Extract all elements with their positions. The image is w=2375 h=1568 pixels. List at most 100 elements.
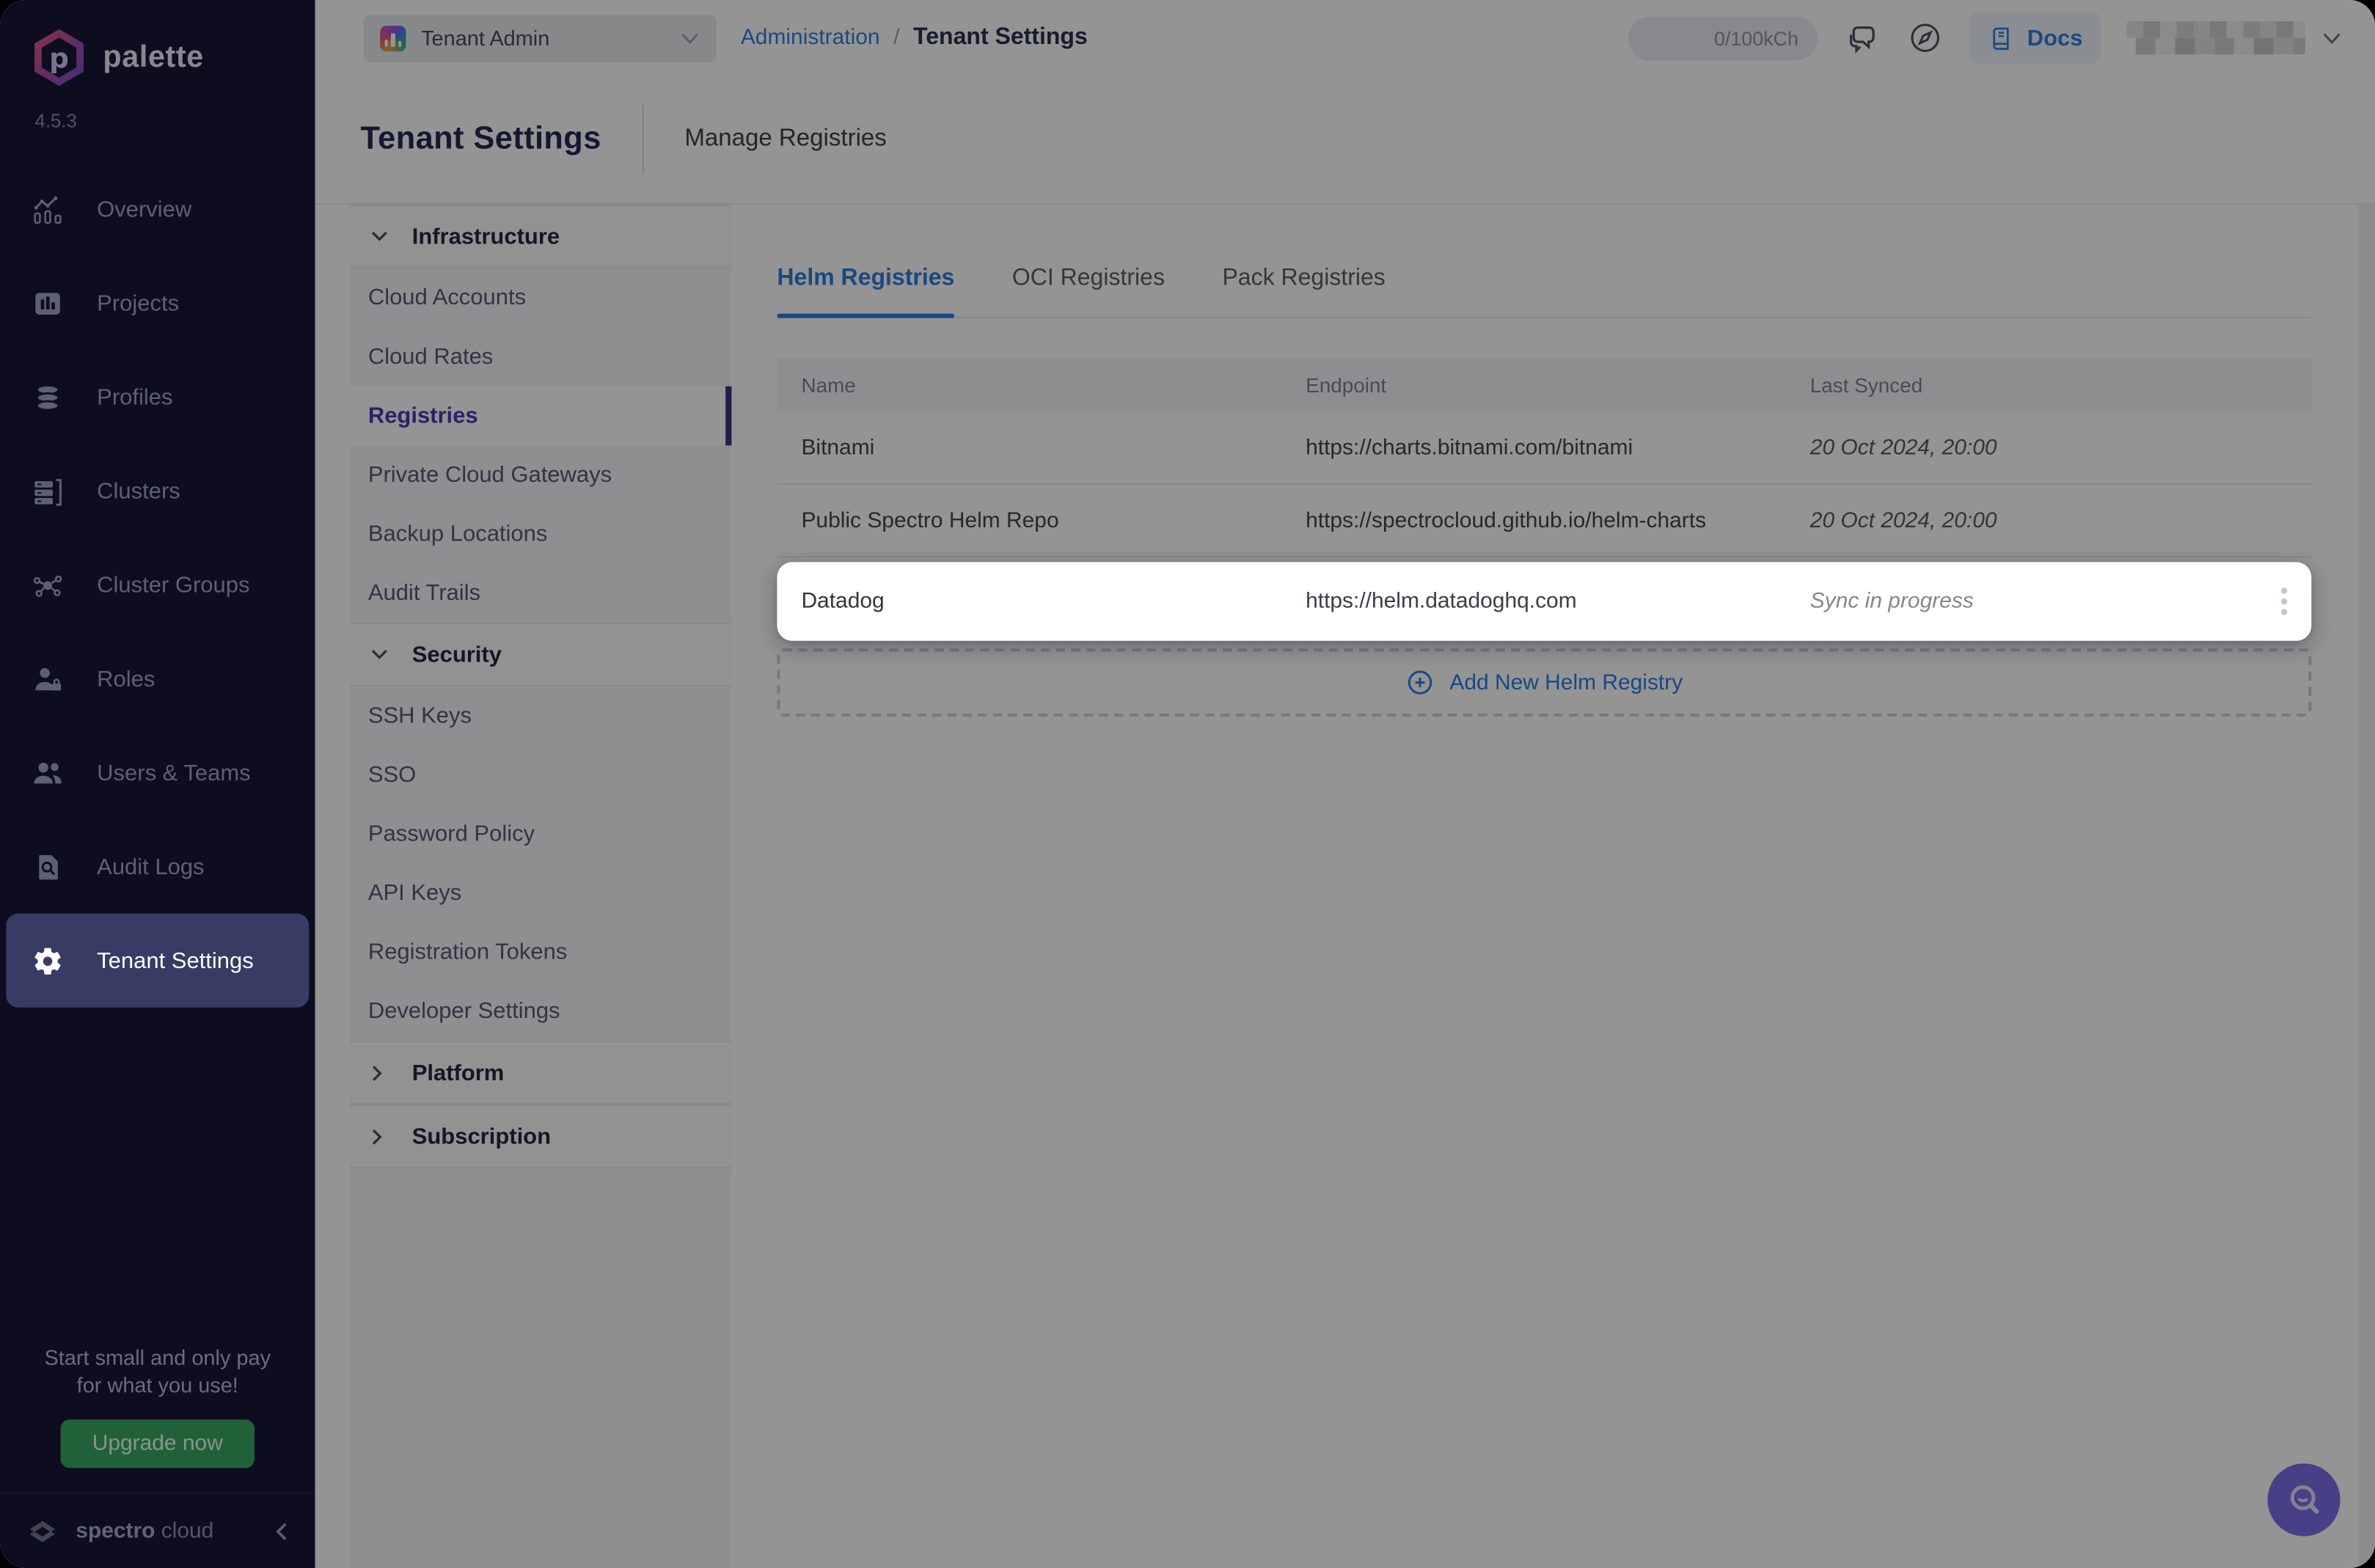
chevron-down-icon	[371, 230, 388, 243]
sidebar-item-label: Users & Teams	[97, 760, 250, 785]
section-platform[interactable]: Platform	[350, 1041, 731, 1104]
docs-label: Docs	[2027, 25, 2083, 51]
helm-registries-table: Name Endpoint Last Synced Bitnami https:…	[777, 358, 2311, 717]
sidebar-item-label: Audit Logs	[97, 854, 204, 879]
column-header-last-synced: Last Synced	[1810, 373, 2257, 396]
sidebar-item-audit-logs[interactable]: Audit Logs	[6, 820, 309, 914]
registry-endpoint: https://charts.bitnami.com/bitnami	[1306, 436, 1810, 460]
breadcrumb-current: Tenant Settings	[913, 24, 1088, 51]
table-header-row: Name Endpoint Last Synced	[777, 358, 2311, 412]
sidebar-item-label: Cluster Groups	[97, 572, 249, 598]
usage-quota-badge: 0/100kCh	[1629, 16, 1818, 60]
brand: p palette	[30, 27, 315, 88]
sidebar-item-users-teams[interactable]: Users & Teams	[6, 725, 309, 819]
sidebar-item-label: Clusters	[97, 478, 180, 504]
plus-circle-icon	[1405, 668, 1434, 697]
settings-item-ssh-keys[interactable]: SSH Keys	[350, 686, 731, 746]
page-title: Tenant Settings	[360, 121, 601, 158]
settings-item-cloud-rates[interactable]: Cloud Rates	[350, 327, 731, 386]
table-row-bitnami[interactable]: Bitnami https://charts.bitnami.com/bitna…	[777, 412, 2311, 485]
sidebar-item-tenant-settings[interactable]: Tenant Settings	[6, 914, 309, 1008]
tab-pack-registries[interactable]: Pack Registries	[1222, 265, 1385, 316]
settings-item-private-cloud-gateways[interactable]: Private Cloud Gateways	[350, 445, 731, 505]
breadcrumb-separator: /	[893, 26, 899, 50]
settings-nav: Infrastructure Cloud Accounts Cloud Rate…	[350, 205, 731, 1568]
section-subscription[interactable]: Subscription	[350, 1104, 731, 1168]
settings-item-sso[interactable]: SSO	[350, 745, 731, 805]
sidebar: p palette 4.5.3 Overview Projects	[0, 0, 315, 1568]
column-header-endpoint: Endpoint	[1306, 373, 1810, 396]
spectro-cloud-wordmark: spectrocloud	[76, 1519, 213, 1543]
settings-item-api-keys[interactable]: API Keys	[350, 863, 731, 923]
sidebar-item-overview[interactable]: Overview	[6, 162, 309, 256]
tenant-scope-icon	[380, 25, 406, 51]
scrollbar-track[interactable]	[2358, 205, 2375, 1568]
upgrade-now-button[interactable]: Upgrade now	[60, 1420, 255, 1468]
registry-tabs: Helm Registries OCI Registries Pack Regi…	[777, 265, 2311, 318]
sidebar-item-label: Overview	[97, 197, 191, 222]
registry-sync-status: Sync in progress	[1810, 590, 2257, 614]
add-new-helm-registry-button[interactable]: Add New Helm Registry	[777, 648, 2311, 717]
registry-endpoint: https://helm.datadoghq.com	[1306, 590, 1810, 614]
sidebar-item-roles[interactable]: Roles	[6, 631, 309, 725]
settings-item-password-policy[interactable]: Password Policy	[350, 805, 731, 864]
registry-endpoint: https://spectrocloud.github.io/helm-char…	[1306, 508, 1810, 532]
user-name-redacted[interactable]	[2126, 21, 2305, 54]
upgrade-banner: Start small and only pay for what you us…	[0, 1345, 315, 1468]
settings-item-backup-locations[interactable]: Backup Locations	[350, 505, 731, 564]
sidebar-item-cluster-groups[interactable]: Cluster Groups	[6, 538, 309, 631]
table-row-public-spectro-helm-repo[interactable]: Public Spectro Helm Repo https://spectro…	[777, 485, 2311, 557]
clusters-icon	[30, 475, 63, 508]
sidebar-footer: spectrocloud	[0, 1492, 315, 1568]
add-new-helm-registry-label: Add New Helm Registry	[1449, 670, 1683, 695]
sidebar-item-projects[interactable]: Projects	[6, 256, 309, 350]
title-divider	[643, 105, 644, 175]
topbar-actions: 0/100kCh Docs	[1629, 12, 2342, 64]
chevron-down-icon	[371, 648, 388, 661]
content: Infrastructure Cloud Accounts Cloud Rate…	[315, 205, 2375, 1568]
registry-name: Bitnami	[801, 436, 1306, 460]
settings-item-registration-tokens[interactable]: Registration Tokens	[350, 923, 731, 982]
chevron-right-icon	[371, 1128, 388, 1145]
chat-icon[interactable]	[1844, 19, 1882, 57]
settings-item-registries[interactable]: Registries	[350, 386, 731, 446]
collapse-sidebar-chevron-icon[interactable]	[273, 1520, 291, 1542]
sidebar-nav: Overview Projects Profiles Clusters	[0, 162, 315, 1008]
project-scope-selector[interactable]: Tenant Admin	[364, 15, 717, 62]
user-menu-chevron-icon[interactable]	[2322, 31, 2342, 45]
cluster-groups-icon	[30, 568, 63, 601]
sidebar-item-label: Projects	[97, 290, 179, 316]
version-label: 4.5.3	[34, 111, 315, 132]
tab-oci-registries[interactable]: OCI Registries	[1012, 265, 1165, 316]
docs-button[interactable]: Docs	[1969, 12, 2101, 64]
compass-icon[interactable]	[1908, 20, 1944, 56]
sidebar-item-profiles[interactable]: Profiles	[6, 350, 309, 444]
profiles-icon	[30, 380, 63, 413]
tenant-settings-gear-icon	[30, 944, 63, 977]
settings-item-developer-settings[interactable]: Developer Settings	[350, 982, 731, 1041]
section-security[interactable]: Security	[350, 623, 731, 686]
search-smile-icon	[2283, 1479, 2324, 1520]
registry-last-synced: 20 Oct 2024, 20:00	[1810, 508, 2257, 532]
spectro-cloud-logo-icon	[24, 1513, 61, 1550]
section-infrastructure[interactable]: Infrastructure	[350, 205, 731, 268]
main-area: Tenant Admin Administration / Tenant Set…	[315, 0, 2375, 1568]
brand-name: palette	[103, 40, 203, 76]
settings-item-audit-trails[interactable]: Audit Trails	[350, 563, 731, 623]
settings-item-cloud-accounts[interactable]: Cloud Accounts	[350, 268, 731, 328]
table-row-datadog-spotlight[interactable]: Datadog https://helm.datadoghq.com Sync …	[777, 562, 2311, 640]
projects-icon	[30, 286, 63, 319]
tab-helm-registries[interactable]: Helm Registries	[777, 265, 954, 316]
page-header: Tenant Settings Manage Registries	[315, 76, 2375, 205]
svg-text:p: p	[49, 42, 69, 74]
breadcrumb: Administration / Tenant Settings	[741, 24, 1088, 51]
audit-logs-icon	[30, 850, 63, 883]
kebab-menu-icon[interactable]	[2257, 582, 2311, 621]
breadcrumb-administration-link[interactable]: Administration	[741, 26, 880, 50]
sidebar-item-clusters[interactable]: Clusters	[6, 444, 309, 538]
topbar: Tenant Admin Administration / Tenant Set…	[315, 0, 2375, 76]
registries-panel: Helm Registries OCI Registries Pack Regi…	[731, 205, 2375, 1568]
search-beacon-button[interactable]	[2267, 1463, 2340, 1536]
sidebar-item-label: Profiles	[97, 384, 172, 410]
project-scope-label: Tenant Admin	[421, 26, 549, 50]
